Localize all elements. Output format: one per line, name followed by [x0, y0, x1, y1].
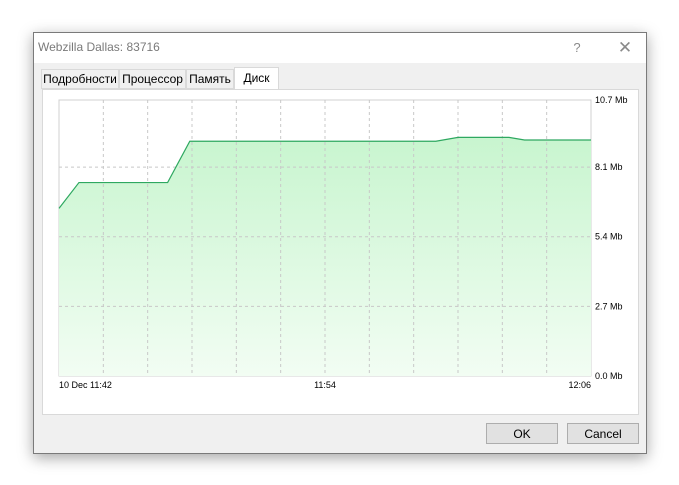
y-tick-label: 5.4 Mb — [595, 232, 623, 242]
cancel-button[interactable]: Cancel — [567, 423, 639, 444]
disk-panel: 10.7 Mb 8.1 Mb 5.4 Mb 2.7 Mb 0.0 Mb 10 Dec 11… — [42, 89, 639, 415]
y-tick-label: 8.1 Mb — [595, 162, 623, 172]
x-tick-label: 11:54 — [314, 380, 336, 390]
y-tick-label: 2.7 Mb — [595, 301, 623, 311]
x-tick-label: 12:06 — [568, 380, 591, 390]
y-tick-label: 10.7 Mb — [595, 95, 628, 105]
window-title: Webzilla Dallas: 83716 — [38, 40, 160, 54]
disk-usage-chart: 10.7 Mb 8.1 Mb 5.4 Mb 2.7 Mb 0.0 Mb 10 Dec 11… — [58, 95, 628, 390]
dialog-window: Webzilla Dallas: 83716 ? ✕ Подробности П… — [33, 32, 647, 454]
tab-processor[interactable]: Процессор — [119, 69, 186, 89]
x-tick-label: 10 Dec 11:42 — [59, 380, 112, 390]
close-icon[interactable]: ✕ — [610, 37, 640, 59]
tab-details[interactable]: Подробности — [41, 69, 119, 89]
title-bar[interactable]: Webzilla Dallas: 83716 ? ✕ — [34, 33, 646, 63]
tab-disk[interactable]: Диск — [234, 67, 279, 89]
y-tick-label: 0.0 Mb — [595, 371, 623, 381]
tab-memory[interactable]: Память — [186, 69, 234, 89]
help-icon[interactable]: ? — [562, 37, 592, 59]
ok-button[interactable]: OK — [486, 423, 558, 444]
